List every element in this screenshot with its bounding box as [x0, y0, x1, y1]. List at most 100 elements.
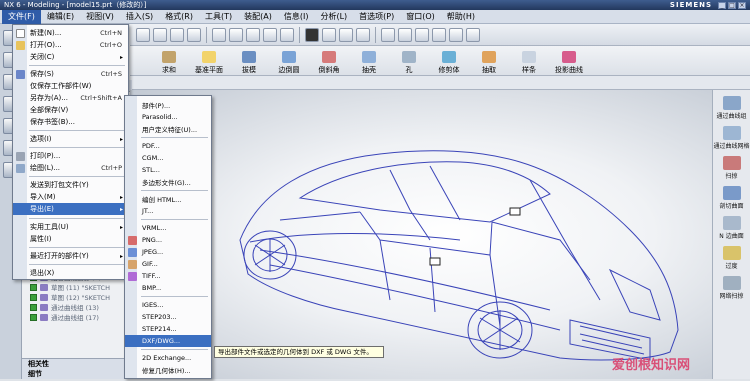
tool-extract[interactable]: 抽取	[474, 51, 504, 75]
menu-analysis[interactable]: 分析(L)	[314, 10, 353, 24]
export-item-part[interactable]: 部件(P)...	[125, 99, 211, 111]
menu-item-exit[interactable]: 退出(X)	[13, 267, 128, 279]
tool-draft[interactable]: 拔模	[234, 51, 264, 75]
styled-sweep-tool[interactable]: 网络扫掠	[713, 276, 750, 300]
tree-row[interactable]: 通过曲线组 (13)	[30, 302, 130, 312]
zoom-icon[interactable]	[229, 27, 243, 42]
menu-info[interactable]: 信息(I)	[278, 10, 315, 24]
export-item-bmp[interactable]: BMP...	[125, 282, 211, 294]
relations-panel-header[interactable]: 相关性	[22, 358, 132, 369]
menu-item-save-all[interactable]: 全部保存(V)	[13, 104, 128, 116]
through-mesh-tool[interactable]: 通过曲线网格	[713, 126, 750, 150]
tool-unite[interactable]: 求和	[154, 51, 184, 75]
orient-view-icon[interactable]	[339, 27, 353, 42]
export-item-udf[interactable]: 用户定义特征(U)...	[125, 123, 211, 135]
menu-item-plot[interactable]: 绘图(L)... Ctrl+P	[13, 162, 128, 174]
cut-icon[interactable]	[187, 27, 201, 42]
grid-icon[interactable]	[466, 27, 480, 42]
export-item-gif[interactable]: GIF...	[125, 258, 211, 270]
menu-tools[interactable]: 工具(T)	[199, 10, 238, 24]
menu-view[interactable]: 视图(V)	[80, 10, 120, 24]
tool-spline[interactable]: 样条	[514, 51, 544, 75]
tool-edge-blend[interactable]: 边倒圆	[274, 51, 304, 75]
export-item-stl[interactable]: STL...	[125, 164, 211, 176]
through-curves-tool[interactable]: 通过曲线组	[713, 96, 750, 120]
checkbox-icon[interactable]	[30, 293, 37, 301]
render-style-icon[interactable]	[322, 27, 336, 42]
menu-item-properties[interactable]: 属性(I)	[13, 233, 128, 245]
graphics-window[interactable]	[130, 90, 712, 379]
copy-icon[interactable]	[136, 27, 150, 42]
maximize-button[interactable]: □	[728, 1, 736, 9]
close-button[interactable]: ×	[738, 1, 746, 9]
menu-item-save[interactable]: 保存(S) Ctrl+S	[13, 68, 128, 80]
menu-preferences[interactable]: 首选项(P)	[353, 10, 400, 24]
redo-icon[interactable]	[170, 27, 184, 42]
export-item-step203[interactable]: STEP203...	[125, 311, 211, 323]
tool-trim-body[interactable]: 修剪体	[434, 51, 464, 75]
menu-item-save-bookmark[interactable]: 保存书签(B)...	[13, 116, 128, 128]
export-item-html[interactable]: 编创 HTML...	[125, 193, 211, 205]
export-item-repair-geometry[interactable]: 修复几何体(H)...	[125, 364, 211, 376]
perspective-icon[interactable]	[280, 27, 294, 42]
menu-assembly[interactable]: 装配(A)	[238, 10, 278, 24]
menu-item-new[interactable]: 新建(N)... Ctrl+N	[13, 27, 128, 39]
tool-datum-plane[interactable]: 基准平面	[194, 51, 224, 75]
menu-item-recent-parts[interactable]: 最近打开的部件(Y) ▸	[13, 250, 128, 262]
menu-item-save-as[interactable]: 另存为(A)... Ctrl+Shift+A	[13, 92, 128, 104]
checkbox-icon[interactable]	[30, 283, 37, 291]
export-item-parasolid[interactable]: Parasolid...	[125, 111, 211, 123]
minimize-button[interactable]: _	[718, 1, 726, 9]
menu-format[interactable]: 格式(R)	[159, 10, 199, 24]
menu-item-export[interactable]: 导出(E) ▸	[13, 203, 128, 215]
rotate-icon[interactable]	[246, 27, 260, 42]
filter-icon[interactable]	[432, 27, 446, 42]
menu-edit[interactable]: 编辑(E)	[41, 10, 80, 24]
layer-icon[interactable]	[449, 27, 463, 42]
export-item-dxf-dwg[interactable]: DXF/DWG...	[125, 335, 211, 347]
tree-row[interactable]: 通过曲线组 (17)	[30, 312, 130, 322]
export-item-vrml[interactable]: VRML...	[125, 222, 211, 234]
menu-item-options[interactable]: 选项(I) ▸	[13, 133, 128, 145]
details-panel-header[interactable]: 细节	[22, 369, 132, 379]
section-surface-tool[interactable]: 剖切曲面	[713, 186, 750, 210]
tree-row[interactable]: 草图 (11) "SKETCH	[30, 282, 130, 292]
export-item-jt[interactable]: JT...	[125, 205, 211, 217]
menu-item-close[interactable]: 关闭(C) ▸	[13, 51, 128, 63]
tool-project-curve[interactable]: 投影曲线	[554, 51, 584, 75]
n-sided-surface-tool[interactable]: N 边曲面	[713, 216, 750, 240]
color-icon[interactable]	[356, 27, 370, 42]
swept-tool[interactable]: 扫掠	[713, 156, 750, 180]
tool-hole[interactable]: 孔	[394, 51, 424, 75]
tool-chamfer[interactable]: 倒斜角	[314, 51, 344, 75]
menu-insert[interactable]: 插入(S)	[120, 10, 159, 24]
menu-item-print[interactable]: 打印(P)...	[13, 150, 128, 162]
point-icon[interactable]	[415, 27, 429, 42]
shaded-icon[interactable]	[305, 27, 319, 42]
menu-item-utilities[interactable]: 实用工具(U) ▸	[13, 221, 128, 233]
snap-icon[interactable]	[398, 27, 412, 42]
export-item-polygon[interactable]: 多边形文件(G)...	[125, 176, 211, 188]
export-item-png[interactable]: PNG...	[125, 234, 211, 246]
menu-item-send-to-package[interactable]: 发送到打包文件(Y)	[13, 179, 128, 191]
undo-icon[interactable]	[153, 27, 167, 42]
export-item-iges[interactable]: IGES...	[125, 299, 211, 311]
menu-item-import[interactable]: 导入(M) ▸	[13, 191, 128, 203]
export-item-pdf[interactable]: PDF...	[125, 140, 211, 152]
tool-shell[interactable]: 抽壳	[354, 51, 384, 75]
export-item-tiff[interactable]: TIFF...	[125, 270, 211, 282]
export-item-step214[interactable]: STEP214...	[125, 323, 211, 335]
select-icon[interactable]	[381, 27, 395, 42]
menu-help[interactable]: 帮助(H)	[441, 10, 481, 24]
pan-icon[interactable]	[263, 27, 277, 42]
export-item-cgm[interactable]: CGM...	[125, 152, 211, 164]
tree-row[interactable]: 草图 (12) "SKETCH	[30, 292, 130, 302]
export-item-2d-exchange[interactable]: 2D Exchange...	[125, 352, 211, 364]
export-item-jpeg[interactable]: JPEG...	[125, 246, 211, 258]
transition-tool[interactable]: 过度	[713, 246, 750, 270]
checkbox-icon[interactable]	[30, 313, 37, 321]
menu-window[interactable]: 窗口(O)	[400, 10, 441, 24]
menu-file[interactable]: 文件(F)	[2, 9, 41, 24]
fit-view-icon[interactable]	[212, 27, 226, 42]
menu-item-open[interactable]: 打开(O)... Ctrl+O	[13, 39, 128, 51]
